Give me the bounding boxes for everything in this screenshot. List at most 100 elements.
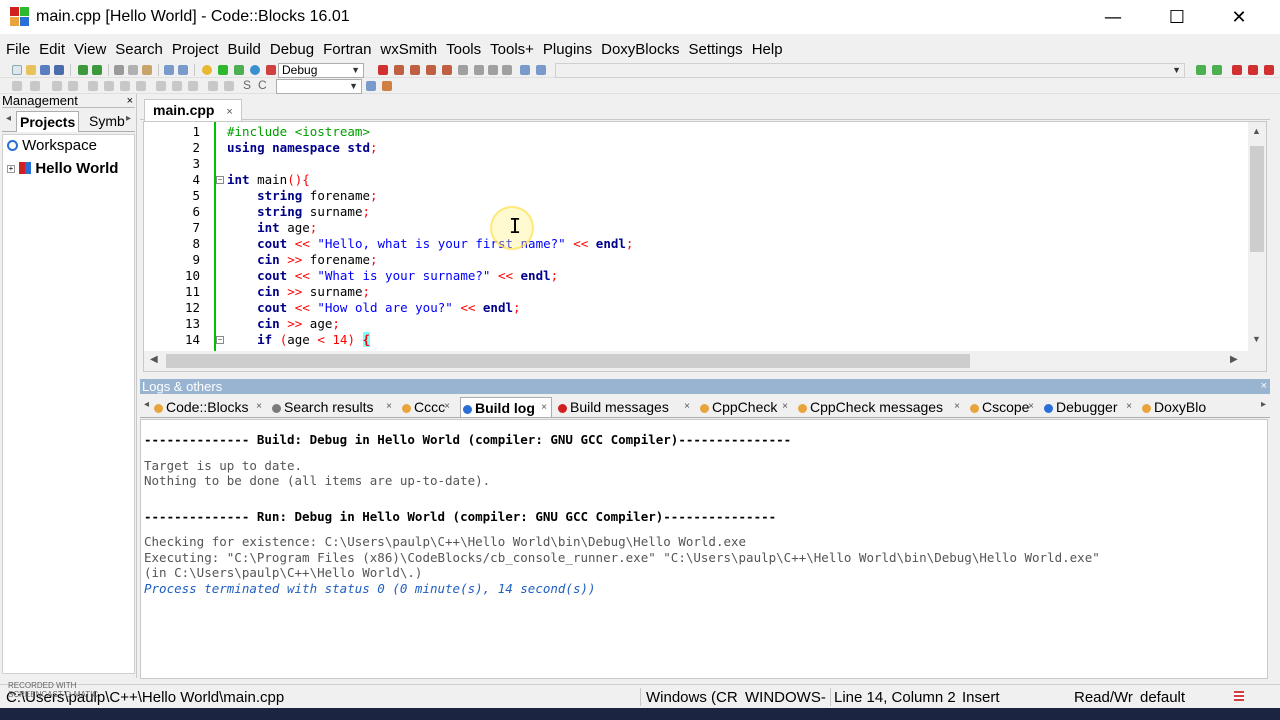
menu-fortran[interactable]: Fortran xyxy=(323,41,371,58)
menu-tools-plus[interactable]: Tools+ xyxy=(490,41,534,58)
step-instruction-icon[interactable] xyxy=(474,65,484,75)
sort-icon[interactable] xyxy=(188,81,198,91)
run-icon[interactable] xyxy=(218,65,228,75)
tab-scroll-right-icon[interactable]: ▸ xyxy=(1261,399,1266,410)
editor-vertical-scrollbar[interactable]: ▲ ▼ xyxy=(1248,122,1266,352)
unindent-icon[interactable] xyxy=(120,81,130,91)
uncomment-icon[interactable] xyxy=(30,81,40,91)
code-line[interactable]: 5 string forename; xyxy=(144,188,1244,204)
menu-settings[interactable]: Settings xyxy=(688,41,742,58)
log-tab[interactable]: Search results × xyxy=(272,397,396,417)
close-icon[interactable]: × xyxy=(541,398,547,417)
code-line[interactable]: 1 #include <iostream> xyxy=(144,124,1244,140)
log-tab[interactable]: CppCheck × xyxy=(700,397,792,417)
log-tab[interactable]: DoxyBlo xyxy=(1142,397,1222,417)
undo-icon[interactable] xyxy=(78,65,88,75)
code-line[interactable]: 11 cin >> surname; xyxy=(144,284,1244,300)
close-icon[interactable]: × xyxy=(256,397,262,417)
fold-toggle-icon[interactable]: − xyxy=(216,176,224,184)
close-icon[interactable]: × xyxy=(1126,397,1132,417)
previous-bookmark-icon[interactable] xyxy=(1248,65,1258,75)
code-line[interactable]: 4 − int main(){ xyxy=(144,172,1244,188)
menu-wxsmith[interactable]: wxSmith xyxy=(380,41,437,58)
code-line[interactable]: 3 xyxy=(144,156,1244,172)
tab-scroll-right-icon[interactable]: ▸ xyxy=(126,113,131,124)
maximize-button[interactable]: ☐ xyxy=(1146,0,1208,34)
save-icon[interactable] xyxy=(40,65,50,75)
copy-icon[interactable] xyxy=(128,65,138,75)
cut-icon[interactable] xyxy=(114,65,124,75)
close-icon[interactable]: × xyxy=(782,397,788,417)
tree-item-project[interactable]: + Hello World xyxy=(7,160,118,177)
toggle-bookmark-icon[interactable] xyxy=(1232,65,1242,75)
menu-help[interactable]: Help xyxy=(752,41,783,58)
menu-build[interactable]: Build xyxy=(228,41,261,58)
scroll-up-icon[interactable]: ▲ xyxy=(1252,126,1261,136)
code-line[interactable]: 7 int age; xyxy=(144,220,1244,236)
toggle-comment-icon[interactable] xyxy=(52,81,62,91)
zoom-in-icon[interactable] xyxy=(208,81,218,91)
redo-icon[interactable] xyxy=(92,65,102,75)
paste-icon[interactable] xyxy=(142,65,152,75)
menu-debug[interactable]: Debug xyxy=(270,41,314,58)
tab-scroll-left-icon[interactable]: ◂ xyxy=(6,113,11,124)
jump-back-icon[interactable] xyxy=(1196,65,1206,75)
log-tab[interactable]: CppCheck messages × xyxy=(798,397,964,417)
clear-search-icon[interactable] xyxy=(382,81,392,91)
zoom-out-icon[interactable] xyxy=(224,81,234,91)
debug-windows-icon[interactable] xyxy=(520,65,530,75)
menu-edit[interactable]: Edit xyxy=(39,41,65,58)
code-line[interactable]: 12 cout << "How old are you?" << endl; xyxy=(144,300,1244,316)
scrollbar-thumb[interactable] xyxy=(1250,146,1264,252)
stream-comment-icon[interactable] xyxy=(68,81,78,91)
editor-horizontal-scrollbar[interactable]: ◀ ▶ xyxy=(144,351,1266,371)
code-line[interactable]: 8 cout << "Hello, what is your first nam… xyxy=(144,236,1244,252)
new-file-icon[interactable] xyxy=(12,65,22,75)
code-editor[interactable]: 1 #include <iostream> 2 using namespace std… xyxy=(143,121,1267,372)
minimize-button[interactable]: — xyxy=(1082,0,1144,34)
fold-toggle-icon[interactable]: − xyxy=(216,336,224,344)
comment-icon[interactable] xyxy=(12,81,22,91)
rebuild-icon[interactable] xyxy=(250,65,260,75)
code-line[interactable]: 9 cin >> forename; xyxy=(144,252,1244,268)
tree-item-workspace[interactable]: Workspace xyxy=(7,137,97,154)
code-line[interactable]: 10 cout << "What is your surname?" << en… xyxy=(144,268,1244,284)
indent-icon[interactable] xyxy=(104,81,114,91)
pause-icon[interactable] xyxy=(488,65,498,75)
menu-search[interactable]: Search xyxy=(115,41,163,58)
build-run-icon[interactable] xyxy=(234,65,244,75)
open-icon[interactable] xyxy=(26,65,36,75)
menu-tools[interactable]: Tools xyxy=(446,41,481,58)
close-icon[interactable]: × xyxy=(684,397,690,417)
close-icon[interactable]: × xyxy=(1028,397,1034,417)
code-line[interactable]: 13 cin >> age; xyxy=(144,316,1244,332)
match-brace-icon[interactable] xyxy=(156,81,166,91)
code-line[interactable]: 14 − if (age < 14) { xyxy=(144,332,1244,348)
debug-run-icon[interactable] xyxy=(378,65,388,75)
search-icon[interactable] xyxy=(366,81,376,91)
search-s-button[interactable]: S xyxy=(243,78,251,92)
close-icon[interactable]: × xyxy=(444,397,450,417)
log-tab[interactable]: Cccc × xyxy=(402,397,454,417)
step-into-icon[interactable] xyxy=(426,65,436,75)
build-icon[interactable] xyxy=(202,65,212,75)
abort-icon[interactable] xyxy=(266,65,276,75)
scroll-down-icon[interactable]: ▼ xyxy=(1252,334,1261,344)
tab-scroll-left-icon[interactable]: ◂ xyxy=(144,399,149,410)
log-tab[interactable]: Debugger × xyxy=(1044,397,1136,417)
menu-view[interactable]: View xyxy=(74,41,106,58)
scroll-right-icon[interactable]: ▶ xyxy=(1230,354,1238,365)
close-icon[interactable]: × xyxy=(386,397,392,417)
tab-main-cpp[interactable]: main.cpp × xyxy=(144,99,242,121)
select-all-icon[interactable] xyxy=(136,81,146,91)
close-icon[interactable]: × xyxy=(127,94,133,108)
highlight-icon[interactable] xyxy=(172,81,182,91)
next-instruction-icon[interactable] xyxy=(458,65,468,75)
log-tab[interactable]: Cscope × xyxy=(970,397,1038,417)
replace-icon[interactable] xyxy=(178,65,188,75)
next-line-icon[interactable] xyxy=(410,65,420,75)
build-target-select[interactable]: Debug ▼ xyxy=(278,63,364,78)
expand-icon[interactable]: + xyxy=(7,165,15,173)
code-completion-scope-select[interactable]: ▼ xyxy=(555,63,1185,78)
tab-projects[interactable]: Projects xyxy=(16,111,80,132)
